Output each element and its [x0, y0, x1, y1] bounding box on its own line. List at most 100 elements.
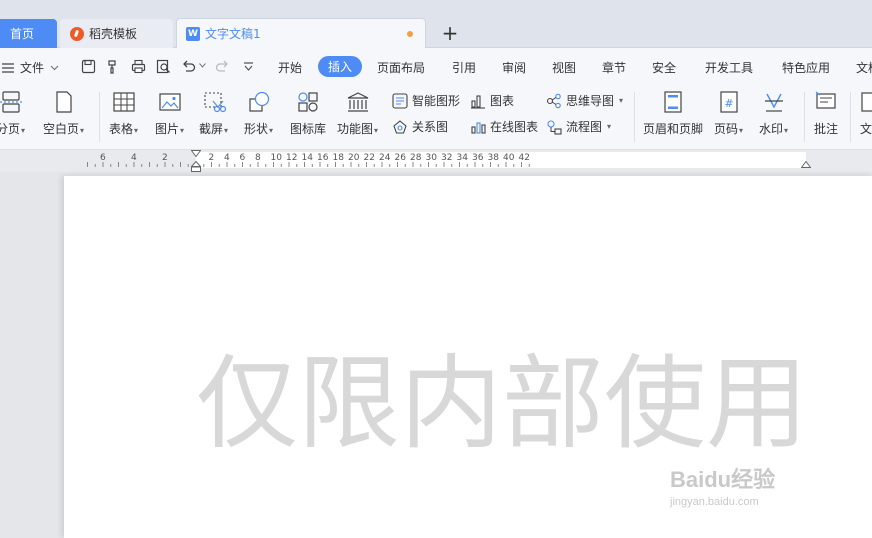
menu-view[interactable]: 视图	[552, 59, 576, 76]
menu-developer-tools[interactable]: 开发工具	[705, 59, 753, 76]
horizontal-ruler[interactable]: 6 4 2 2 4 6 8 10 12 14 16 18 20 22 24 26 28 30 32 34 36 38…	[0, 150, 872, 172]
ruler-label: 22	[363, 153, 375, 163]
tab-home-label: 首页	[10, 27, 35, 41]
mind-map-button[interactable]: 思维导图 ▾	[546, 92, 623, 109]
screenshot-label: 截屏	[199, 122, 224, 136]
smart-graphic-label: 智能图形	[412, 94, 461, 108]
undo-icon[interactable]	[181, 59, 196, 74]
picture-label: 图片	[155, 122, 180, 136]
mind-map-label: 思维导图	[566, 94, 615, 108]
smart-graphic-icon	[392, 92, 408, 109]
hamburger-icon	[2, 62, 14, 73]
chevron-down-icon	[50, 65, 59, 70]
menu-special-apps[interactable]: 特色应用	[782, 59, 830, 76]
shapes-icon	[248, 91, 269, 112]
smart-graphic-button[interactable]: 智能图形	[392, 92, 460, 109]
tab-bar: 首页 稻壳模板 W 文字文稿1 +	[0, 0, 872, 48]
redo-icon[interactable]	[215, 59, 230, 74]
screenshot-button[interactable]: 截屏▾	[199, 90, 228, 137]
ruler-label: 4	[131, 153, 137, 163]
icon-library-icon	[298, 92, 318, 112]
menu-document[interactable]: 文档	[856, 59, 872, 76]
menu-review[interactable]: 审阅	[502, 59, 526, 76]
ruler-label: 28	[410, 153, 422, 163]
ribbon-divider	[850, 92, 851, 142]
save-icon[interactable]	[81, 59, 96, 74]
watermark-text: 仅限内部使用	[196, 345, 808, 464]
chart-icon	[471, 94, 485, 109]
print-icon[interactable]	[131, 59, 146, 74]
ruler-label: 20	[348, 153, 360, 163]
undo-dropdown-icon[interactable]	[199, 63, 206, 68]
tab-home[interactable]: 首页	[0, 19, 57, 48]
textbox-button[interactable]: 文	[860, 90, 872, 137]
mind-map-icon	[546, 93, 561, 108]
online-chart-icon	[471, 121, 486, 134]
menu-insert[interactable]: 插入	[318, 56, 362, 77]
watermark-icon	[764, 93, 783, 112]
screenshot-icon	[203, 92, 226, 113]
new-tab-button[interactable]: +	[440, 21, 460, 45]
ruler-label: 34	[456, 153, 468, 163]
watermark-button[interactable]: 水印▾	[759, 90, 788, 137]
page-number-button[interactable]: # 页码▾	[714, 90, 743, 137]
menu-references[interactable]: 引用	[452, 59, 476, 76]
tab-document[interactable]: W 文字文稿1	[176, 18, 426, 48]
blank-page-button[interactable]: 空白页▾	[43, 90, 84, 137]
function-chart-button[interactable]: 功能图▾	[337, 90, 378, 137]
table-button[interactable]: 表格▾	[109, 90, 138, 137]
menu-security[interactable]: 安全	[652, 59, 676, 76]
watermark-label: 水印	[759, 122, 784, 136]
relationship-icon	[393, 119, 407, 134]
left-indent-icon[interactable]	[191, 161, 201, 172]
function-chart-label: 功能图	[337, 122, 374, 136]
comment-label: 批注	[814, 122, 839, 136]
icon-library-button[interactable]: 图标库	[290, 90, 326, 137]
ruler-label: 8	[255, 153, 261, 163]
icon-library-label: 图标库	[290, 122, 327, 136]
page-number-label: 页码	[714, 122, 739, 136]
menu-chapter[interactable]: 章节	[602, 59, 626, 76]
textbox-icon	[861, 92, 872, 112]
table-icon	[112, 92, 135, 112]
ruler-label: 24	[379, 153, 391, 163]
shapes-button[interactable]: 形状▾	[244, 90, 273, 137]
print-preview-icon[interactable]	[156, 59, 171, 74]
page-break-button[interactable]: 分页▾	[0, 90, 25, 137]
flowchart-button[interactable]: 流程图 ▾	[546, 118, 611, 135]
chart-button[interactable]: 图表	[470, 92, 514, 109]
comment-button[interactable]: 批注	[814, 90, 838, 137]
first-line-indent-icon[interactable]	[191, 150, 201, 157]
ruler-label: 26	[394, 153, 406, 163]
customize-toolbar-icon[interactable]	[243, 61, 254, 72]
baidu-jingyan-logo: Baidu经验 jingyan.baidu.com	[670, 462, 775, 508]
menu-page-layout[interactable]: 页面布局	[377, 59, 425, 76]
menu-start[interactable]: 开始	[278, 59, 302, 76]
daoke-logo-icon	[70, 26, 84, 41]
relationship-label: 关系图	[412, 120, 449, 134]
ruler-label: 10	[270, 153, 282, 163]
ruler-label: 36	[472, 153, 484, 163]
insert-ribbon: 分页▾ 空白页▾ 表格▾ 图片▾ 截屏▾ 形状▾ 图标库 功能图▾ 智能图形 图…	[0, 86, 872, 150]
page-break-label: 分页	[0, 122, 21, 136]
header-footer-label: 页眉和页脚	[643, 122, 704, 136]
function-chart-icon	[347, 92, 368, 112]
picture-button[interactable]: 图片▾	[155, 90, 184, 137]
shapes-label: 形状	[244, 122, 269, 136]
menu-bar: 文件 开始 插入 页面布局 引用 审阅 视图 章节 安全 开发工具 特色应用 文…	[0, 48, 872, 86]
chart-label: 图表	[490, 94, 515, 108]
format-painter-icon[interactable]	[106, 59, 121, 74]
relationship-button[interactable]: 关系图	[392, 118, 448, 135]
ribbon-divider	[99, 92, 100, 142]
header-footer-button[interactable]: 页眉和页脚	[643, 90, 703, 137]
right-indent-icon[interactable]	[801, 161, 811, 168]
tab-daoke-templates[interactable]: 稻壳模板	[60, 19, 173, 48]
ribbon-divider	[634, 92, 635, 142]
ruler-label: 32	[441, 153, 453, 163]
ribbon-divider	[804, 92, 805, 142]
file-menu[interactable]: 文件	[2, 59, 59, 76]
online-chart-button[interactable]: 在线图表	[470, 118, 538, 135]
baidu-brand: Baidu经验	[670, 467, 776, 492]
blank-page-label: 空白页	[43, 122, 80, 136]
flowchart-icon	[547, 119, 562, 135]
